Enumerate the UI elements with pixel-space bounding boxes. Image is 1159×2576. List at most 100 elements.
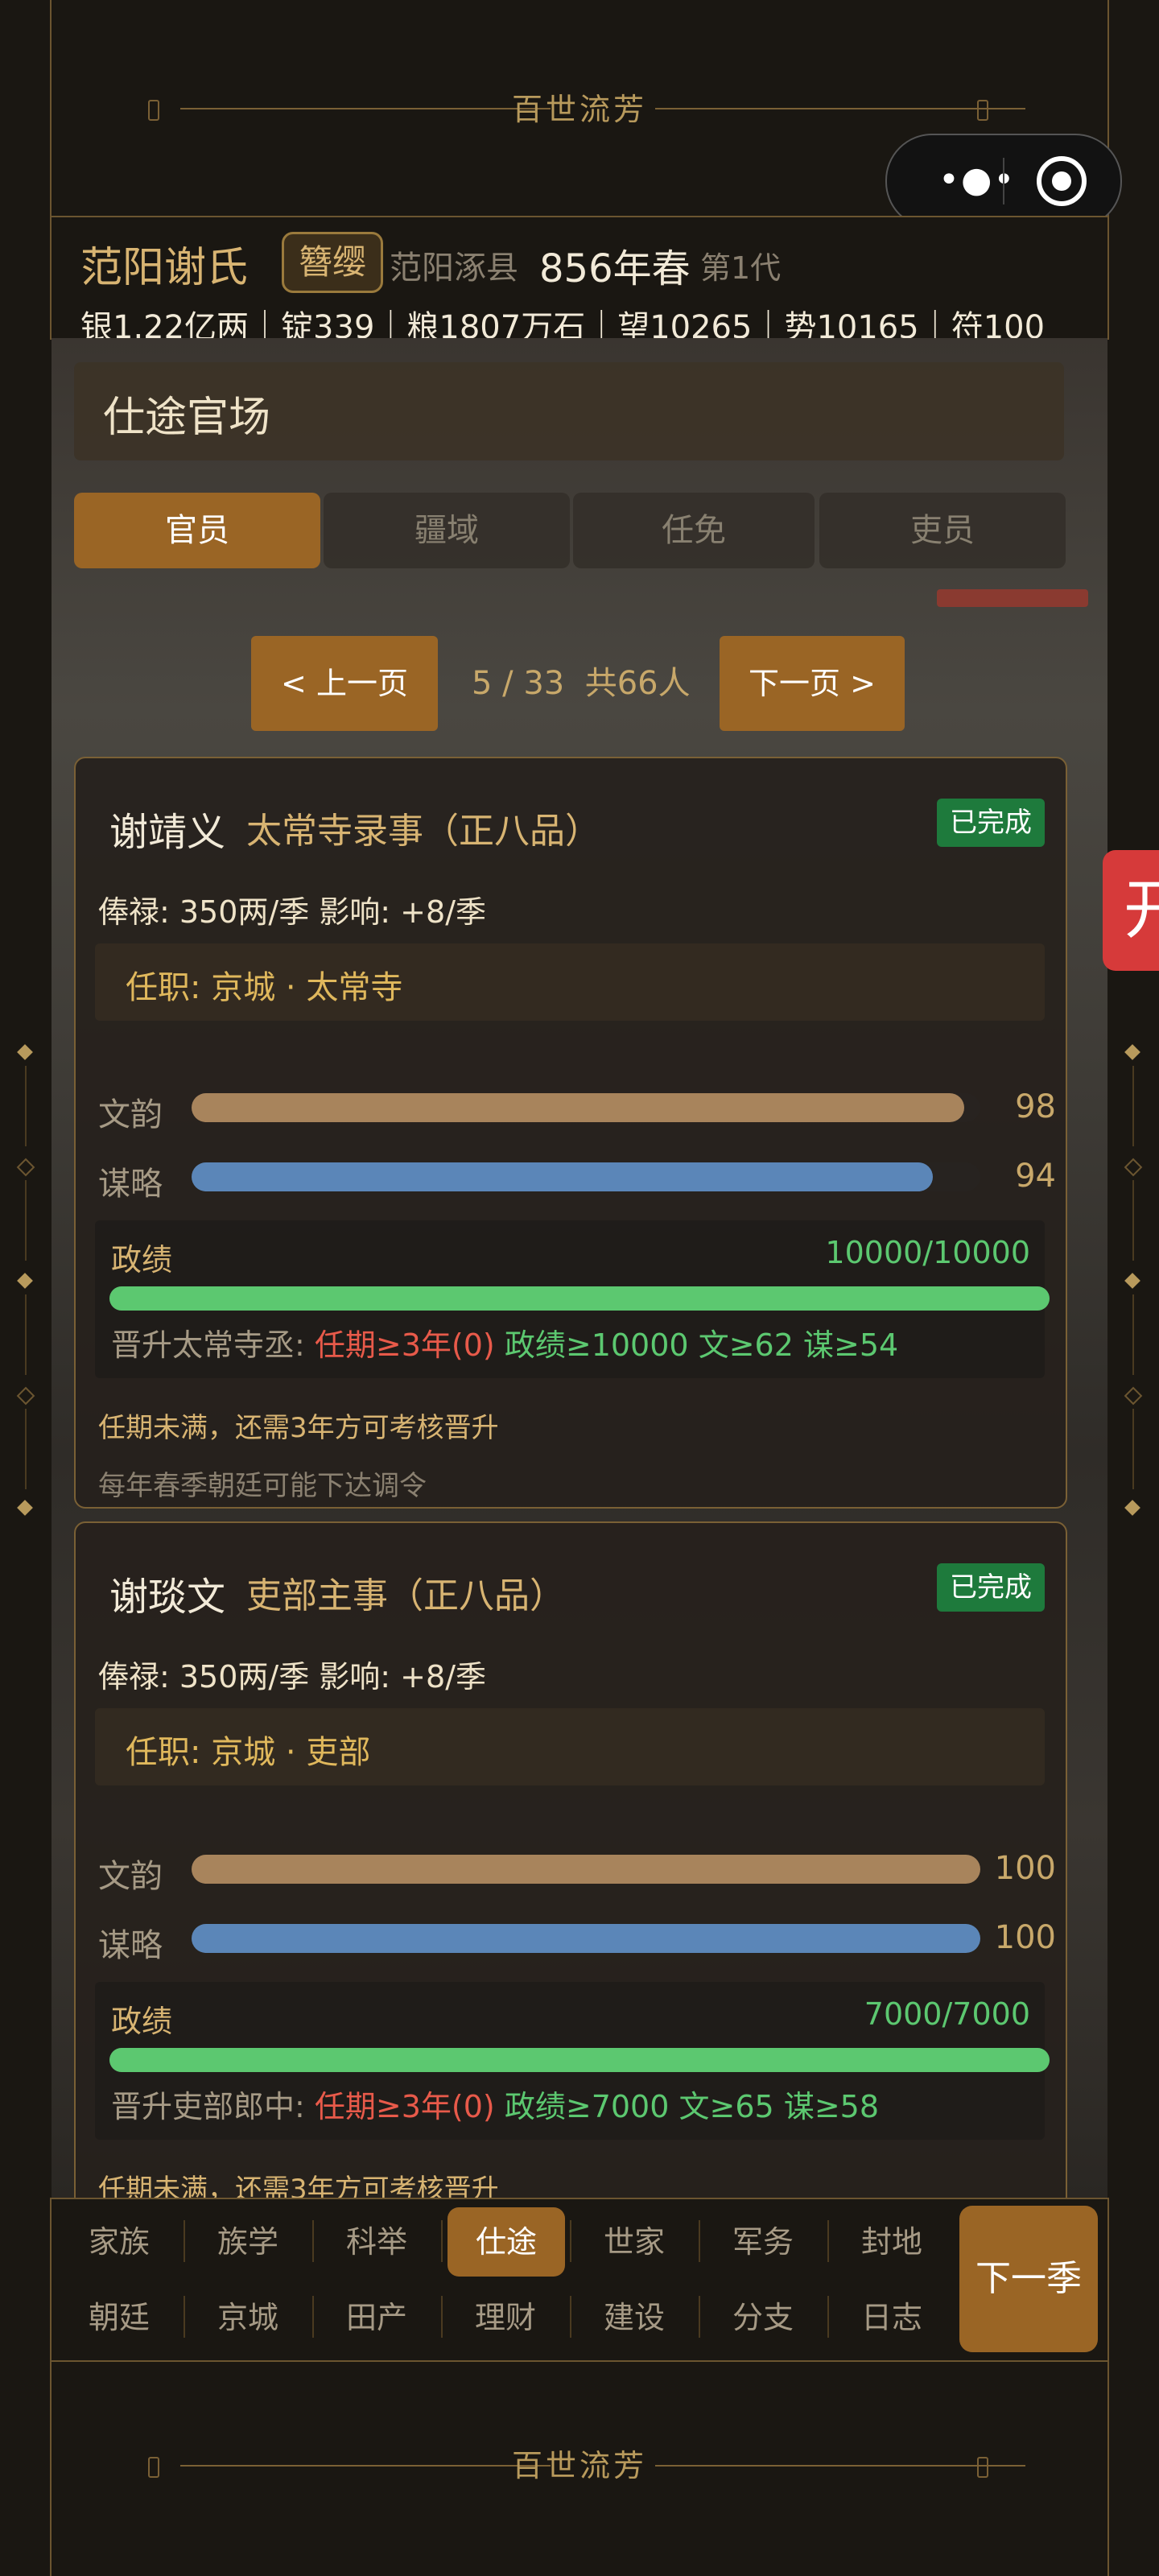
rank-badge: 簪缨 <box>282 232 384 293</box>
nav-item-finance[interactable]: 理财 <box>441 2283 570 2352</box>
clan-name: 范阳谢氏 <box>80 244 249 292</box>
wenyun-bar <box>192 1855 980 1884</box>
req-term: 任期≥3年(0) <box>314 1327 495 1363</box>
tab-indicator <box>937 589 1088 607</box>
clan-header: 范阳谢氏 簪缨 范阳涿县 856年春 第1代 银1.22亿两｜锭339｜粮180… <box>50 216 1109 346</box>
banner-ornament-right <box>977 2457 988 2478</box>
merit-label: 政绩 <box>111 1242 173 1278</box>
moulue-bar <box>192 1162 934 1191</box>
stat-track <box>192 1855 980 1884</box>
promotion-target: 晋升太常寺丞: <box>111 1327 305 1363</box>
nav-item-exam[interactable]: 科举 <box>312 2207 441 2277</box>
stat-label: 文韵 <box>98 1096 163 1133</box>
nav-item-estates[interactable]: 田产 <box>312 2283 441 2352</box>
stat-value: 100 <box>994 1850 1056 1887</box>
post-label: 任职: 京城 · 吏部 <box>126 1734 371 1771</box>
salary-line: 俸禄: 350两/季 影响: +8/季 <box>98 894 486 930</box>
generation-label: 第1代 <box>700 250 782 286</box>
stat-track <box>192 1162 980 1191</box>
banner-line-right <box>655 2465 1025 2467</box>
post-label: 任职: 京城 · 太常寺 <box>126 969 403 1006</box>
banner-line-right <box>655 108 1025 109</box>
req-merit: 政绩≥10000 <box>504 1327 689 1363</box>
promotion-requirements: 晋升太常寺丞: 任期≥3年(0) 政绩≥10000 文≥62 谋≥54 <box>111 1320 898 1364</box>
side-ornament-left <box>16 1044 35 1516</box>
official-card[interactable]: 谢琰文 吏部主事（正八品） 已完成 俸禄: 350两/季 影响: +8/季 任职… <box>74 1521 1067 2198</box>
banner-ornament-right <box>977 100 988 121</box>
stat-wenyun: 文韵 98 <box>98 1088 1056 1133</box>
floating-side-button[interactable]: 开 <box>1103 850 1159 971</box>
tab-officials[interactable]: 官员 <box>74 493 320 568</box>
nav-item-clans[interactable]: 世家 <box>570 2207 699 2277</box>
side-ornament-right <box>1124 1044 1143 1516</box>
county-label: 范阳涿县 <box>390 250 518 287</box>
term-note: 任期未满，还需3年方可考核晋升 <box>98 1412 499 1444</box>
merit-label: 政绩 <box>111 2004 173 2039</box>
stat-value: 94 <box>1015 1158 1056 1195</box>
nav-item-family[interactable]: 家族 <box>55 2207 184 2277</box>
merit-panel: 政绩 10000/10000 晋升太常寺丞: 任期≥3年(0) 政绩≥10000… <box>95 1220 1050 1378</box>
merit-value: 10000/10000 <box>825 1235 1030 1270</box>
official-card[interactable]: 谢靖义 太常寺录事（正八品） 已完成 俸禄: 350两/季 影响: +8/季 任… <box>74 757 1067 1509</box>
merit-track <box>109 2048 1050 2072</box>
section-title: 仕途官场 <box>103 394 271 442</box>
bottom-nav: 家族 族学 科举 仕途 世家 军务 封地 朝廷 京城 田产 理财 建设 分支 日… <box>50 2198 1109 2362</box>
transfer-note: 每年春季朝廷可能下达调令 <box>98 1470 427 1502</box>
main-content[interactable]: 仕途官场 官员 疆域 任免 吏员 < 上一页 5 / 33 共66人 下一页 >… <box>52 338 1107 2198</box>
official-name: 谢靖义 <box>109 810 226 855</box>
nav-item-military[interactable]: 军务 <box>699 2207 827 2277</box>
next-page-button[interactable]: 下一页 > <box>720 636 905 731</box>
stat-label: 谋略 <box>98 1166 163 1203</box>
nav-item-fief[interactable]: 封地 <box>827 2207 956 2277</box>
nav-item-construction[interactable]: 建设 <box>570 2283 699 2352</box>
tab-clerks[interactable]: 吏员 <box>819 493 1066 568</box>
nav-item-school[interactable]: 族学 <box>184 2207 312 2277</box>
banner-title: 百世流芳 <box>511 92 647 127</box>
merit-bar <box>109 2048 1050 2072</box>
miniprogram-capsule: •●• <box>885 134 1122 229</box>
prev-page-button[interactable]: < 上一页 <box>251 636 438 731</box>
tab-bar: 官员 疆域 任免 吏员 <box>74 493 1066 568</box>
merit-bar <box>109 1286 1050 1311</box>
stat-label: 谋略 <box>98 1927 163 1964</box>
promotion-target: 晋升吏部郎中: <box>111 2089 305 2124</box>
merit-value: 7000/7000 <box>864 1996 1030 2032</box>
tab-territory[interactable]: 疆域 <box>324 493 570 568</box>
stat-track <box>192 1924 980 1953</box>
post-panel: 任职: 京城 · 吏部 <box>95 1708 1045 1785</box>
req-mou: 谋≥58 <box>783 2089 880 2124</box>
official-name: 谢琰文 <box>109 1575 226 1620</box>
status-badge: 已完成 <box>937 799 1045 847</box>
nav-item-court[interactable]: 朝廷 <box>55 2283 184 2352</box>
merit-panel: 政绩 7000/7000 晋升吏部郎中: 任期≥3年(0) 政绩≥7000 文≥… <box>95 1982 1050 2140</box>
next-season-button[interactable]: 下一季 <box>959 2206 1098 2352</box>
moulue-bar <box>192 1924 980 1953</box>
post-panel: 任职: 京城 · 太常寺 <box>95 943 1045 1021</box>
stat-moulue: 谋略 100 <box>98 1919 1056 1964</box>
stat-value: 100 <box>994 1919 1056 1956</box>
footer-title: 百世流芳 <box>511 2448 647 2483</box>
wenyun-bar <box>192 1093 965 1122</box>
capsule-divider <box>1003 158 1004 204</box>
promotion-requirements: 晋升吏部郎中: 任期≥3年(0) 政绩≥7000 文≥65 谋≥58 <box>111 2082 879 2126</box>
req-wen: 文≥65 <box>678 2089 774 2124</box>
salary-line: 俸禄: 350两/季 影响: +8/季 <box>98 1659 486 1695</box>
page-info: 5 / 33 共66人 <box>472 636 691 731</box>
nav-item-branches[interactable]: 分支 <box>699 2283 827 2352</box>
tab-appointments[interactable]: 任免 <box>573 493 815 568</box>
stat-label: 文韵 <box>98 1858 163 1895</box>
req-merit: 政绩≥7000 <box>504 2089 670 2124</box>
nav-item-log[interactable]: 日志 <box>827 2283 956 2352</box>
stat-moulue: 谋略 94 <box>98 1158 1056 1203</box>
footer-banner: 百世流芳 <box>50 2360 1109 2576</box>
req-wen: 文≥62 <box>698 1327 794 1363</box>
close-icon[interactable] <box>1037 156 1087 206</box>
nav-item-capital[interactable]: 京城 <box>184 2283 312 2352</box>
total-count: 共66人 <box>584 665 691 702</box>
merit-track <box>109 1286 1050 1311</box>
official-title: 太常寺录事（正八品） <box>246 811 600 852</box>
nav-item-career[interactable]: 仕途 <box>448 2207 565 2277</box>
term-note: 任期未满，还需3年方可考核晋升 <box>98 2174 499 2198</box>
section-title-panel: 仕途官场 <box>74 362 1064 460</box>
req-term: 任期≥3年(0) <box>314 2089 495 2124</box>
